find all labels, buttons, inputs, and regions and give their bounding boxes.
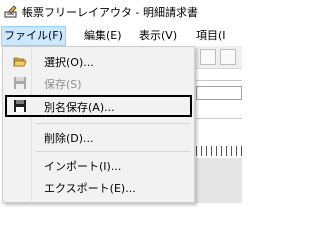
application-window: 帳票フリーレイアウタ - 明細請求書 ファイル(F) 編集(E) 表示(V) 項…: [0, 0, 242, 203]
divider: [196, 80, 242, 81]
background-field[interactable]: [196, 86, 242, 100]
menu-separator: [35, 123, 190, 124]
toolbar-button[interactable]: [200, 49, 216, 65]
menu-item-save-as[interactable]: 別名保存(A)...: [5, 95, 192, 117]
floppy-disk-icon: [14, 77, 26, 89]
menu-item-label: 別名保存(A)...: [44, 101, 115, 114]
open-folder-icon: [13, 57, 27, 67]
menu-item-label: エクスポート(E)...: [44, 182, 136, 195]
menu-view[interactable]: 表示(V): [137, 26, 179, 46]
document-pencil-icon: [4, 6, 17, 18]
file-menu-dropdown: 選択(O)... 保存(S) 別名保存(A)... 削除(D)... インポート…: [2, 46, 195, 203]
ruler: [196, 146, 242, 156]
toolbar-button[interactable]: [220, 49, 236, 65]
menu-item-label: 保存(S): [44, 78, 82, 91]
menu-file[interactable]: ファイル(F): [1, 26, 66, 46]
menu-item-label: 削除(D)...: [44, 132, 94, 145]
menu-item-export[interactable]: エクスポート(E)...: [5, 176, 192, 198]
floppy-disk-icon: [14, 100, 26, 112]
menu-edit[interactable]: 編集(E): [82, 26, 124, 46]
background-toolbar: [196, 46, 242, 69]
window-title: 帳票フリーレイアウタ - 明細請求書: [22, 6, 198, 19]
menu-item-import[interactable]: インポート(I)...: [5, 154, 192, 176]
title-bar: 帳票フリーレイアウタ - 明細請求書: [0, 0, 242, 26]
menu-item-save[interactable]: 保存(S): [5, 72, 192, 94]
menu-item-label: 選択(O)...: [44, 56, 94, 69]
canvas-area: [196, 158, 242, 203]
menu-item-label: インポート(I)...: [44, 160, 122, 173]
menu-item-select[interactable]: 選択(O)...: [5, 50, 192, 72]
menu-items[interactable]: 項目(I: [194, 26, 228, 46]
menu-bar: ファイル(F) 編集(E) 表示(V) 項目(I: [0, 26, 242, 46]
divider: [196, 118, 242, 119]
menu-separator: [35, 151, 190, 152]
menu-item-delete[interactable]: 削除(D)...: [5, 126, 192, 148]
